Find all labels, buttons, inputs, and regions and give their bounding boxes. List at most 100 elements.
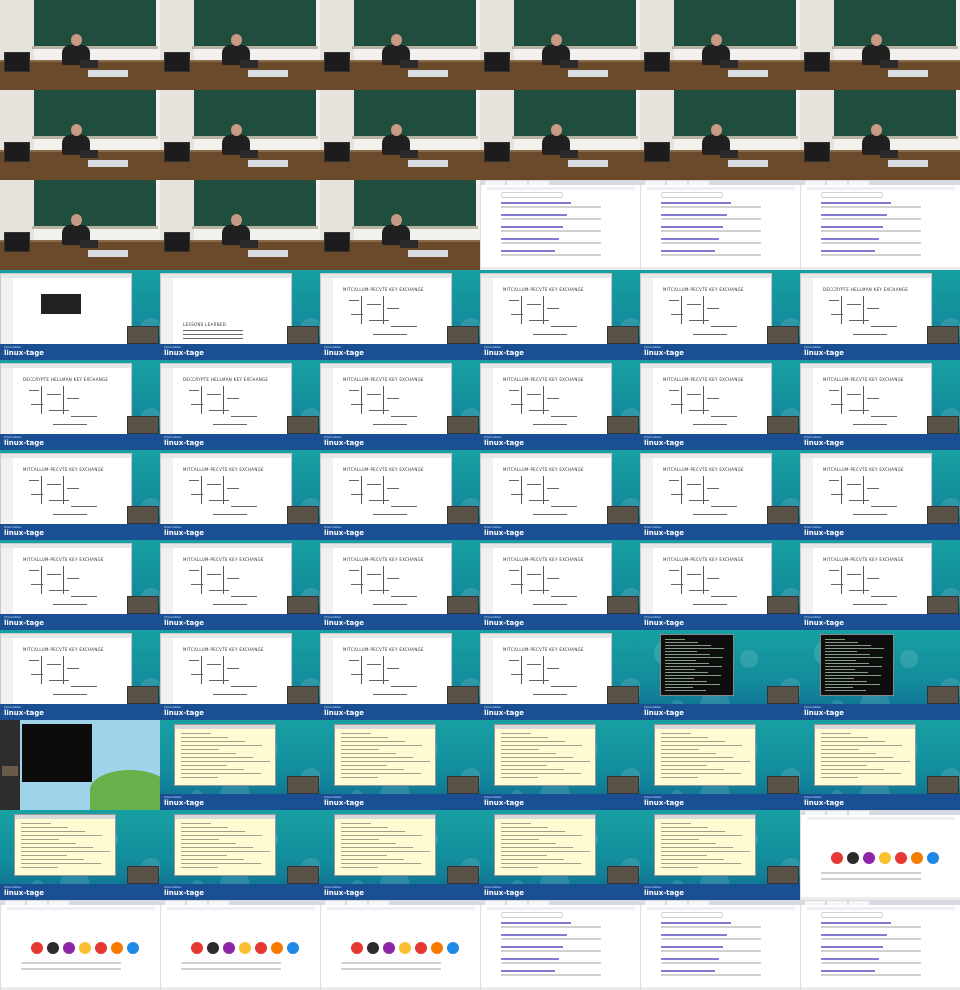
diagram-annotation	[669, 480, 679, 481]
result-snippet	[661, 950, 761, 952]
papers	[88, 160, 128, 167]
diagram-annotation	[867, 308, 879, 309]
browser-tab	[507, 901, 527, 905]
notes-text-line	[661, 733, 691, 734]
slide-window-sidebar	[641, 278, 653, 346]
diagram-annotation	[693, 514, 727, 515]
frame-tile-66	[800, 900, 960, 990]
speaker-camera-inset	[287, 686, 319, 704]
address-bar	[7, 907, 155, 910]
terminal-line	[665, 651, 697, 652]
slide-window-titlebar	[161, 364, 291, 368]
diagram-annotation	[509, 660, 519, 661]
diagram-annotation	[191, 494, 203, 495]
event-banner: Chemnitzer linux-tage	[800, 524, 960, 540]
speaker-camera-inset	[927, 776, 959, 794]
bullet-line	[183, 338, 243, 339]
diagram-annotation	[687, 394, 701, 395]
papers	[408, 70, 448, 77]
diagram-annotation	[871, 506, 897, 507]
diagram-annotation	[511, 404, 523, 405]
result-snippet	[821, 974, 921, 976]
diagram-annotation	[349, 660, 359, 661]
laptop	[720, 60, 738, 68]
slide-window-titlebar	[321, 454, 451, 458]
diagram-annotation	[671, 584, 683, 585]
linux-tage-logo: linux-tage	[644, 619, 685, 627]
slide-title: MITCALLUM-PECVTE KEY EXCHANGE	[23, 467, 104, 472]
notes-text-line	[341, 749, 379, 750]
diagram-annotation	[529, 320, 549, 321]
speaker-head	[711, 124, 722, 136]
diagram-column	[521, 476, 522, 504]
diagram-annotation	[707, 308, 719, 309]
notes-text-line	[181, 827, 228, 828]
slide-title: MITCALLUM-PECVTE KEY EXCHANGE	[503, 647, 584, 652]
caption-line	[821, 878, 921, 880]
slide-window-titlebar	[321, 634, 451, 638]
diagram-annotation	[29, 390, 39, 391]
laptop	[80, 150, 98, 158]
browser-tab	[485, 181, 505, 185]
address-bar	[327, 907, 475, 910]
frame-tile-31: MITCALLUM-PECVTE KEY EXCHANGE Chemnitzer l…	[0, 450, 160, 540]
slide-window-titlebar	[161, 274, 291, 278]
notes-text-line	[501, 859, 564, 860]
diagram-annotation	[367, 394, 381, 395]
terminal-line	[665, 639, 685, 640]
terminal-line	[665, 657, 723, 658]
diagram-annotation	[227, 668, 239, 669]
result-title	[821, 238, 879, 240]
caption-line	[21, 968, 121, 970]
notes-text-line	[341, 855, 387, 856]
speaker-head	[391, 34, 402, 46]
slide-title: MITCALLUM-PECVTE KEY EXCHANGE	[343, 467, 424, 472]
notes-text-line	[661, 749, 699, 750]
speaker-head	[391, 214, 402, 226]
result-snippet	[501, 962, 601, 964]
slide-window: MITCALLUM-PECVTE KEY EXCHANGE	[480, 273, 612, 347]
notes-text-line	[661, 851, 750, 852]
search-input	[661, 192, 723, 198]
diagram-annotation	[231, 596, 257, 597]
diagram-annotation	[47, 664, 61, 665]
linux-tage-logo: linux-tage	[484, 709, 525, 717]
notes-text-line	[501, 773, 581, 774]
slide-title: MITCALLUM-PECVTE KEY EXCHANGE	[503, 287, 584, 292]
diagram-column	[41, 566, 42, 594]
result-title	[501, 226, 563, 228]
diagram-annotation	[53, 694, 87, 695]
diagram-annotation	[213, 604, 247, 605]
slide-title: MITCALLUM-PECVTE KEY EXCHANGE	[183, 467, 264, 472]
frame-tile-7	[0, 90, 160, 180]
browser-tab	[5, 901, 25, 905]
notes-text-line	[501, 855, 547, 856]
slide-window-sidebar	[481, 638, 493, 706]
result-title	[661, 934, 727, 936]
frame-tile-16	[480, 180, 640, 270]
diagram-annotation	[853, 604, 887, 605]
linux-tage-logo: linux-tage	[644, 439, 685, 447]
slide-window: MITCALLUM-PECVTE KEY EXCHANGE	[320, 543, 452, 617]
slide-title: DECCRYPTE HELLMAN KEY EXCHANGE	[23, 377, 109, 382]
slide-window: MITCALLUM-PECVTE KEY EXCHANGE	[800, 453, 932, 527]
linux-tage-logo: linux-tage	[324, 709, 365, 717]
diagram-annotation	[31, 674, 43, 675]
notes-titlebar	[15, 815, 115, 819]
notes-text-line	[501, 749, 539, 750]
diagram-annotation	[47, 394, 61, 395]
linux-tage-logo: linux-tage	[4, 709, 45, 717]
notes-text-line	[501, 753, 556, 754]
terminal-window	[22, 724, 92, 782]
frame-tile-32: MITCALLUM-PECVTE KEY EXCHANGE Chemnitzer l…	[160, 450, 320, 540]
laptop	[880, 150, 898, 158]
speaker-camera-inset	[127, 596, 159, 614]
slide-window: MITCALLUM-PECVTE KEY EXCHANGE	[640, 453, 772, 527]
event-banner: Chemnitzer linux-tage	[640, 344, 800, 360]
browser-tab	[849, 901, 869, 905]
search-input	[501, 192, 563, 198]
diagram-annotation	[231, 506, 257, 507]
slide-window: MITCALLUM-PECVTE KEY EXCHANGE	[480, 453, 612, 527]
slide-title: MITCALLUM-PECVTE KEY EXCHANGE	[183, 557, 264, 562]
event-banner: Chemnitzer linux-tage	[800, 704, 960, 720]
